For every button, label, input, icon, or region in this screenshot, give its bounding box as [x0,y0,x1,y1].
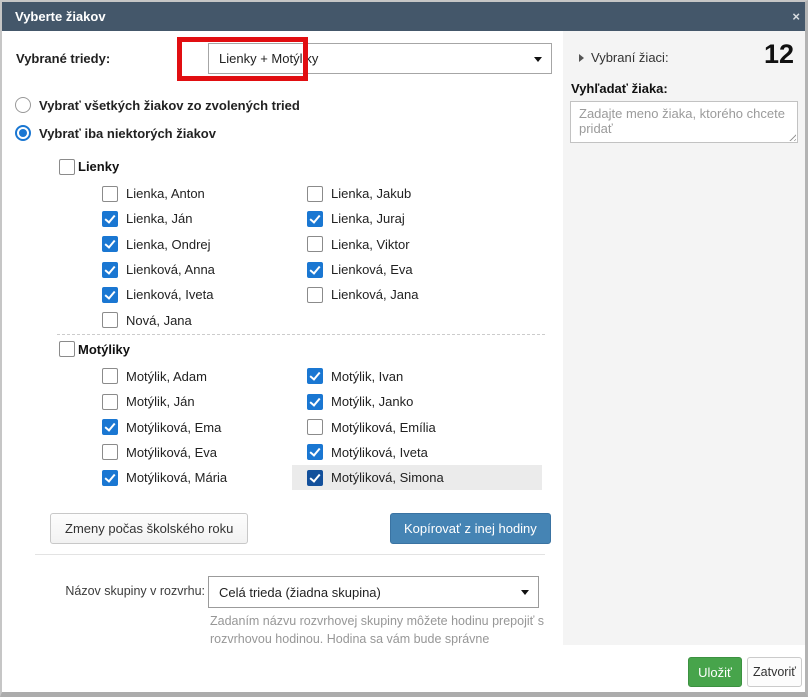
close-icon[interactable]: × [792,2,800,31]
student-name: Motýlik, Adam [126,369,207,384]
checkbox-unchecked-icon[interactable] [102,312,118,328]
student-name: Lienková, Jana [331,287,418,302]
checkbox-unchecked-icon[interactable] [59,341,75,357]
copy-from-lesson-button[interactable]: Kopírovať z inej hodiny [390,513,551,544]
students-list: Lienka, Anton Lienka, Ján Lienka, Ondrej Li… [57,181,545,333]
checkbox-checked-icon[interactable] [102,287,118,303]
radio-some-students-label: Vybrať iba niektorých žiakov [39,126,216,141]
student-name: Lienka, Anton [126,186,205,201]
sidebar: Vybraní žiaci: 12 Vyhľadať žiaka: [563,31,805,645]
student-name: Lienková, Iveta [126,287,213,302]
student-name: Motýliková, Simona [331,470,444,485]
selected-students-label: Vybraní žiaci: [591,50,669,65]
checkbox-checked-icon[interactable] [307,262,323,278]
student-row[interactable]: Lienková, Jana [292,282,542,307]
checkbox-checked-icon[interactable] [307,444,323,460]
student-groups: Lienky Lienka, Anton Lienka, Ján Lienka, On… [57,152,545,490]
search-student-input[interactable] [570,101,798,143]
checkbox-checked-icon[interactable] [307,394,323,410]
close-button[interactable]: Zatvoriť [747,657,802,687]
checkbox-checked-icon[interactable] [102,419,118,435]
selected-students-toggle[interactable]: Vybraní žiaci: [579,50,669,65]
search-student-field-wrap [570,101,798,143]
search-student-label: Vyhľadať žiaka: [571,81,668,96]
triangle-right-icon [579,54,584,62]
save-button[interactable]: Uložiť [688,657,742,687]
student-name: Lienka, Jakub [331,186,411,201]
chevron-down-icon [521,590,529,595]
section-divider [35,554,545,555]
class-group-name: Motýliky [78,342,130,357]
class-group: MotýlikyMotýlik, AdamMotýlik, JánMotýlik… [57,334,545,491]
student-name: Motýliková, Mária [126,470,227,485]
checkbox-checked-icon[interactable] [102,262,118,278]
checkbox-unchecked-icon[interactable] [307,186,323,202]
students-list: Motýlik, Adam Motýlik, Ján Motýliková, Ema… [57,364,545,491]
student-name: Lienková, Eva [331,262,413,277]
student-name: Lienka, Ondrej [126,237,211,252]
checkbox-checked-icon[interactable] [102,470,118,486]
checkbox-checked-icon[interactable] [307,211,323,227]
student-row[interactable]: Motýliková, Iveta [292,440,542,465]
student-name: Lienka, Juraj [331,211,405,226]
student-row[interactable]: Motýliková, Emília [292,414,542,439]
student-row[interactable]: Motýlik, Janko [292,389,542,414]
checkbox-unchecked-icon[interactable] [102,368,118,384]
student-name: Motýlik, Ivan [331,369,403,384]
schedule-group-helper-text: Zadaním názvu rozvrhovej skupiny môžete … [210,613,562,648]
radio-all-students-label: Vybrať všetkých žiakov zo zvolených trie… [39,98,300,113]
checkbox-unchecked-icon[interactable] [307,236,323,252]
student-name: Lienka, Ján [126,211,193,226]
checkbox-unchecked-icon[interactable] [307,419,323,435]
selected-classes-dropdown[interactable]: Lienky + Motýliky [208,43,552,74]
student-name: Lienková, Anna [126,262,215,277]
radio-all-students[interactable]: Vybrať všetkých žiakov zo zvolených trie… [15,97,300,113]
student-name: Nová, Jana [126,313,192,328]
student-name: Motýliková, Eva [126,445,217,460]
student-row[interactable]: Lienka, Viktor [292,232,542,257]
select-students-dialog: Vyberte žiakov × Vybrané triedy: Lienky … [0,0,808,697]
radio-unchecked-icon[interactable] [15,97,31,113]
selected-classes-label: Vybrané triedy: [16,51,110,66]
student-row[interactable]: Lienka, Juraj [292,206,542,231]
student-name: Motýliková, Emília [331,420,436,435]
student-name: Lienka, Viktor [331,237,410,252]
student-name: Motýliková, Ema [126,420,221,435]
checkbox-unchecked-icon[interactable] [102,444,118,460]
selected-students-count: 12 [764,39,794,70]
changes-during-year-button[interactable]: Zmeny počas školského roku [50,513,248,544]
student-row[interactable]: Motýliková, Simona [292,465,542,490]
students-column: Motýlik, Ivan Motýlik, Janko Motýliková, E… [307,364,542,490]
student-name: Motýlik, Ján [126,394,195,409]
schedule-group-label: Názov skupiny v rozvrhu: [16,584,205,598]
radio-some-students[interactable]: Vybrať iba niektorých žiakov [15,125,216,141]
student-row[interactable]: Lienka, Jakub [292,181,542,206]
student-row[interactable]: Lienková, Eva [292,257,542,282]
checkbox-checked-icon[interactable] [102,211,118,227]
class-group-name: Lienky [78,159,119,174]
dialog-titlebar: Vyberte žiakov × [2,2,805,31]
student-name: Motýlik, Janko [331,394,413,409]
checkbox-unchecked-icon[interactable] [102,394,118,410]
radio-checked-icon[interactable] [15,125,31,141]
class-group: Lienky Lienka, Anton Lienka, Ján Lienka, On… [57,152,545,333]
checkbox-unchecked-icon[interactable] [59,159,75,175]
schedule-group-dropdown[interactable]: Celá trieda (žiadna skupina) [208,576,539,608]
class-group-header[interactable]: Lienky [57,152,545,181]
checkbox-checked-icon[interactable] [307,368,323,384]
dialog-title: Vyberte žiakov [15,9,106,24]
checkbox-checked-icon[interactable] [102,236,118,252]
chevron-down-icon [534,57,542,62]
checkbox-checked-icon[interactable] [307,470,323,486]
schedule-group-value: Celá trieda (žiadna skupina) [219,585,381,600]
checkbox-unchecked-icon[interactable] [102,186,118,202]
class-group-header[interactable]: Motýliky [57,335,545,364]
students-column: Lienka, Jakub Lienka, Juraj Lienka, Viktor… [307,181,542,307]
student-row[interactable]: Motýlik, Ivan [292,364,542,389]
checkbox-unchecked-icon[interactable] [307,287,323,303]
student-row[interactable]: Nová, Jana [87,307,337,332]
selected-classes-value: Lienky + Motýliky [219,51,318,66]
student-name: Motýliková, Iveta [331,445,428,460]
